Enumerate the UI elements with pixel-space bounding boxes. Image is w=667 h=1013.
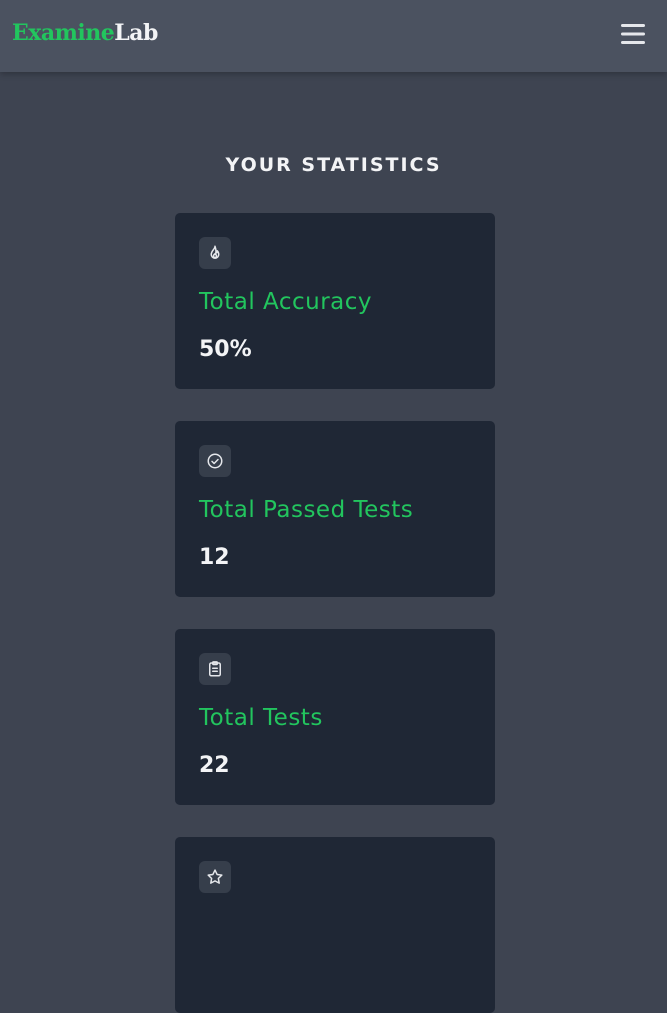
stat-card-total-tests: Total Tests 22 (175, 629, 495, 805)
page-title: YOUR STATISTICS (225, 153, 442, 176)
brand-name-part1: Examine (12, 20, 115, 46)
flame-icon (199, 237, 231, 269)
hamburger-menu-icon[interactable] (618, 20, 648, 48)
check-circle-icon (199, 445, 231, 477)
stat-card-accuracy: Total Accuracy 50% (175, 213, 495, 389)
stat-value: 22 (199, 753, 230, 778)
brand-logo[interactable]: ExamineLab (12, 17, 158, 49)
star-icon (199, 861, 231, 893)
stat-value: 50% (199, 337, 252, 362)
stat-card-passed-tests: Total Passed Tests 12 (175, 421, 495, 597)
clipboard-icon (199, 653, 231, 685)
stat-label: Total Passed Tests (199, 497, 414, 523)
stat-label: Total Accuracy (199, 289, 373, 315)
brand-name-part2: Lab (114, 20, 158, 46)
navbar: ExamineLab (0, 0, 667, 72)
stat-label: Total Tests (199, 705, 323, 731)
stat-card-rating (175, 837, 495, 1013)
stat-value: 12 (199, 545, 230, 570)
